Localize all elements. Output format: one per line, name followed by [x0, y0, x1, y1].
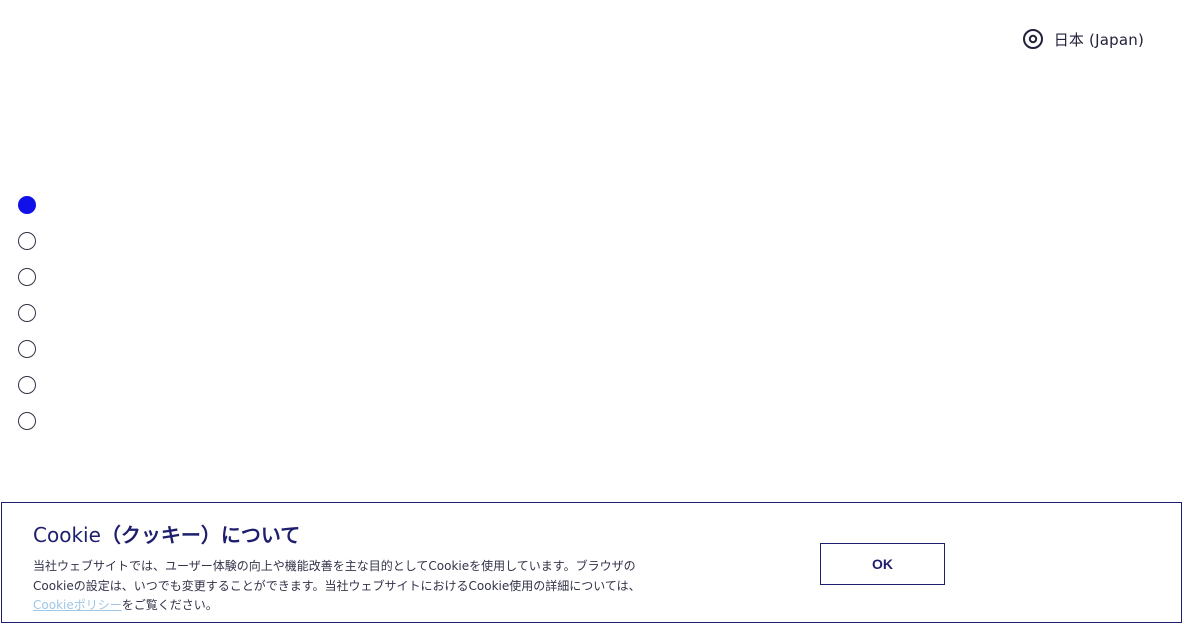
location-pin-icon — [1022, 29, 1043, 49]
cookie-title-suffix: （クッキー）について — [100, 523, 301, 547]
cookie-ok-button[interactable]: OK — [820, 543, 945, 585]
region-label: 日本 (Japan) — [1053, 30, 1144, 49]
cookie-banner: Cookie（クッキー）について 当社ウェブサイトでは、ユーザー体験の向上や機能… — [1, 502, 1182, 623]
carousel-pagination — [18, 196, 36, 430]
carousel-dot-2[interactable] — [18, 232, 36, 250]
cookie-text-line-3: をご覧ください。 — [121, 598, 218, 612]
cookie-text-line-1: 当社ウェブサイトでは、ユーザー体験の向上や機能改善を主な目的としてCookieを… — [33, 559, 636, 573]
carousel-dot-3[interactable] — [18, 268, 36, 286]
region-selector[interactable]: 日本 (Japan) — [1022, 28, 1144, 50]
carousel-dot-5[interactable] — [18, 340, 36, 358]
carousel-dot-7[interactable] — [18, 412, 36, 430]
carousel-dot-4[interactable] — [18, 304, 36, 322]
page: 日本 (Japan) Cookie（クッキー）について 当社ウェブサイトでは、ユ… — [0, 0, 1184, 624]
carousel-dot-6[interactable] — [18, 376, 36, 394]
cookie-banner-text: 当社ウェブサイトでは、ユーザー体験の向上や機能改善を主な目的としてCookieを… — [33, 557, 713, 616]
cookie-title-prefix: Cookie — [33, 523, 101, 547]
cookie-policy-link[interactable]: Cookieポリシー — [33, 598, 122, 612]
cookie-banner-title: Cookie（クッキー）について — [33, 519, 300, 548]
carousel-dot-1[interactable] — [18, 196, 36, 214]
cookie-text-line-2: Cookieの設定は、いつでも変更することができます。当社ウェブサイトにおけるC… — [33, 578, 641, 593]
